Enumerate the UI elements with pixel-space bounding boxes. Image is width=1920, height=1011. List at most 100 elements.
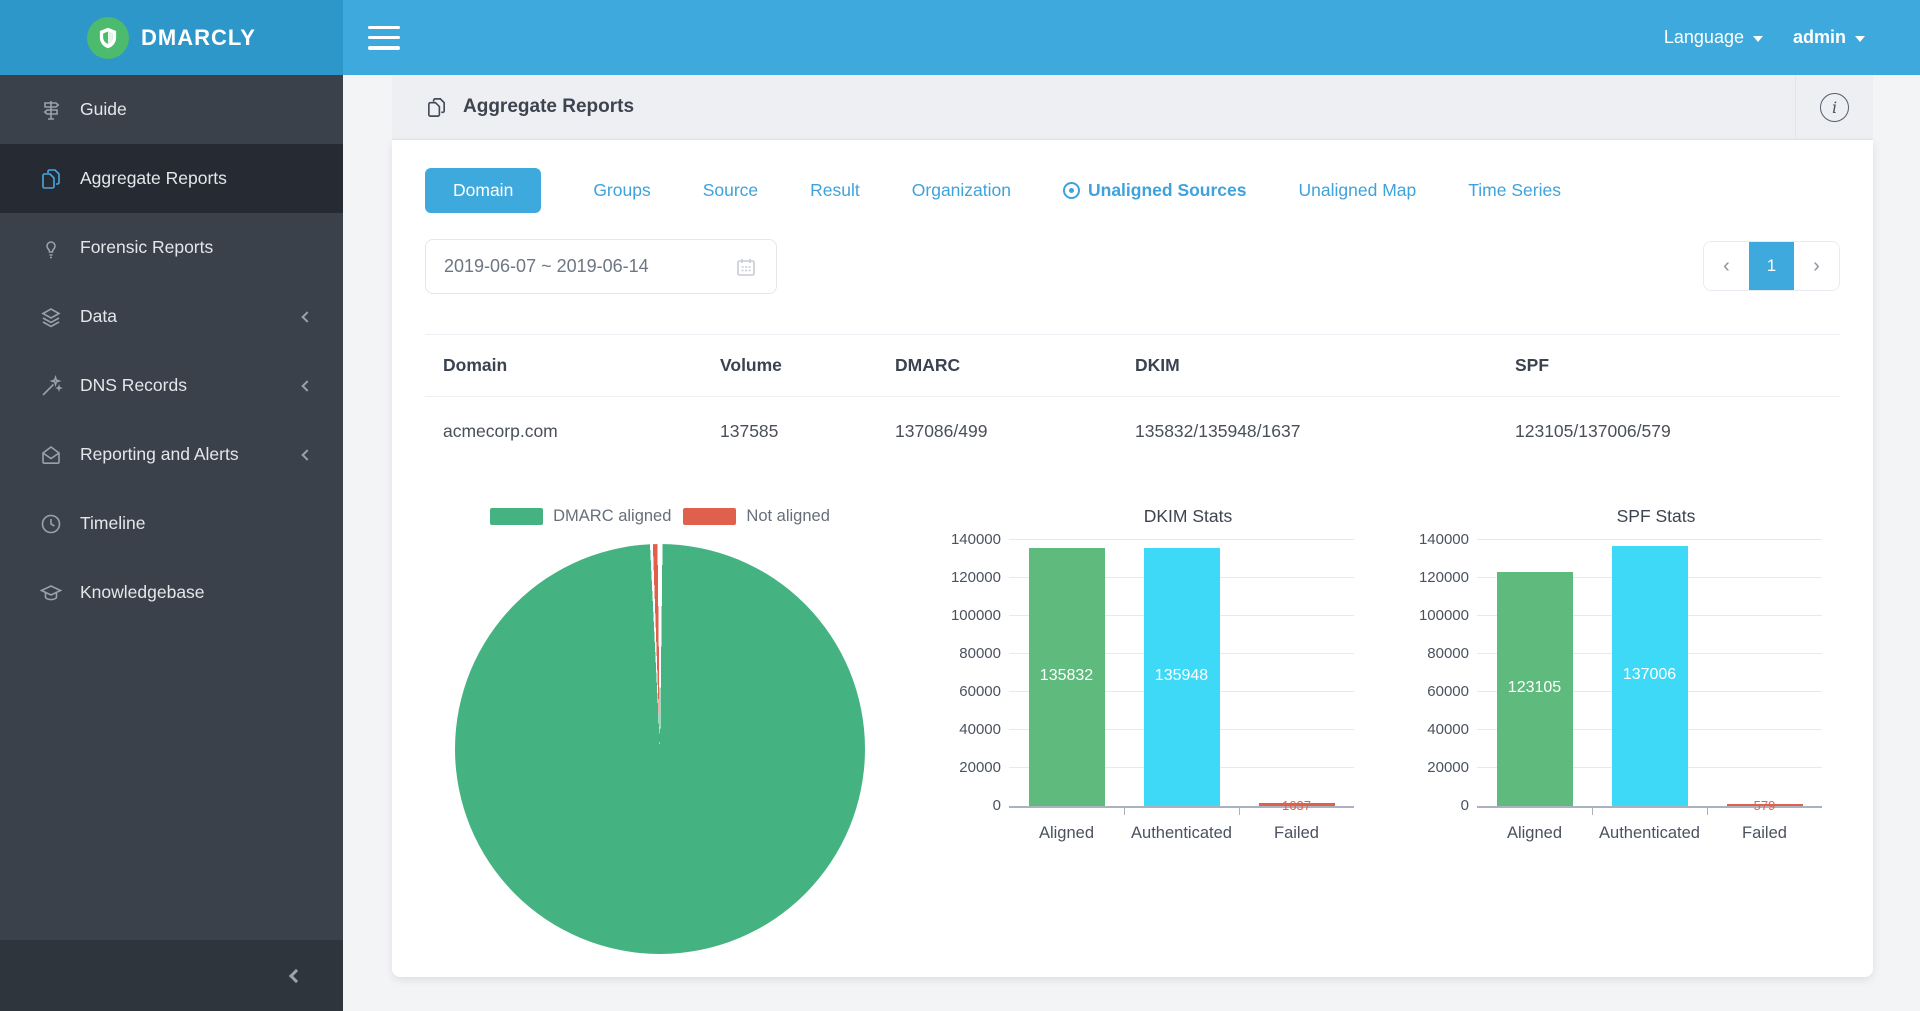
- bar-value-label: 137006: [1612, 666, 1688, 684]
- info-button[interactable]: i: [1795, 75, 1873, 140]
- spf-stats-chart: SPF Stats 020000400006000080000100000120…: [1405, 506, 1835, 954]
- pages-icon: [425, 96, 448, 119]
- y-axis-tick-label: 120000: [1399, 569, 1469, 586]
- mail-open-icon: [38, 442, 64, 468]
- y-axis-tick-label: 20000: [1399, 759, 1469, 776]
- bar-authenticated: 137006: [1612, 546, 1688, 806]
- tab-label: Time Series: [1468, 180, 1561, 201]
- tab-label: Result: [810, 180, 860, 201]
- cell-volume: 137585: [702, 397, 877, 466]
- user-dropdown[interactable]: admin: [1793, 27, 1865, 48]
- x-axis-category-label: Aligned: [1009, 824, 1124, 843]
- page-title: Aggregate Reports: [463, 96, 634, 118]
- gridline: [1477, 539, 1822, 540]
- next-page-button[interactable]: ›: [1794, 242, 1839, 290]
- y-axis-tick-label: 60000: [1399, 683, 1469, 700]
- tab-organization[interactable]: Organization: [912, 180, 1011, 201]
- main-content: Aggregate Reports i Domain Groups Source…: [343, 75, 1920, 1011]
- x-axis-tick: [1124, 808, 1125, 815]
- sidebar-item-timeline[interactable]: Timeline: [0, 489, 343, 558]
- y-axis-tick-label: 0: [931, 797, 1001, 814]
- y-axis-tick-label: 100000: [931, 607, 1001, 624]
- dkim-x-labels: AlignedAuthenticatedFailed: [1009, 824, 1367, 843]
- sidebar-item-forensic-reports[interactable]: Forensic Reports: [0, 213, 343, 282]
- gridline: [1009, 539, 1354, 540]
- sidebar-item-aggregate-reports[interactable]: Aggregate Reports: [0, 144, 343, 213]
- sidebar-item-data[interactable]: Data: [0, 282, 343, 351]
- y-axis-tick-label: 80000: [931, 645, 1001, 662]
- clock-icon: [38, 511, 64, 537]
- y-axis-tick-label: 120000: [931, 569, 1001, 586]
- tab-unaligned-sources[interactable]: Unaligned Sources: [1063, 180, 1247, 201]
- legend-item-not-aligned[interactable]: Not aligned: [683, 507, 829, 526]
- cell-dkim: 135832/135948/1637: [1117, 397, 1497, 466]
- legend-swatch-red: [683, 508, 736, 525]
- sidebar-item-reporting-and-alerts[interactable]: Reporting and Alerts: [0, 420, 343, 489]
- y-axis-tick-label: 140000: [931, 531, 1001, 548]
- bar-authenticated: 135948: [1144, 548, 1220, 806]
- cell-spf: 123105/137006/579: [1497, 397, 1840, 466]
- brand-name: DMARCLY: [141, 25, 256, 51]
- bar-aligned: 123105: [1497, 572, 1573, 806]
- brand-logo[interactable]: DMARCLY: [0, 0, 343, 75]
- bar-value-label: 135832: [1029, 667, 1105, 685]
- bar-failed: [1727, 804, 1803, 806]
- sidebar-collapse-button[interactable]: [0, 940, 343, 1011]
- x-axis-category-label: Failed: [1707, 824, 1822, 843]
- panel-body: Domain Groups Source Result Organization…: [392, 140, 1873, 977]
- shield-logo-icon: [87, 17, 129, 59]
- tab-unaligned-map[interactable]: Unaligned Map: [1299, 180, 1417, 201]
- user-label: admin: [1793, 27, 1846, 48]
- tab-domain[interactable]: Domain: [425, 168, 541, 213]
- top-bar: DMARCLY Language admin: [0, 0, 1920, 75]
- legend-item-aligned[interactable]: DMARC aligned: [490, 507, 671, 526]
- x-axis-category-label: Authenticated: [1592, 824, 1707, 843]
- sidebar-item-label: DNS Records: [80, 375, 187, 396]
- legend-label: Not aligned: [746, 507, 829, 526]
- y-axis-tick-label: 140000: [1399, 531, 1469, 548]
- lightbulb-icon: [38, 235, 64, 261]
- tab-source[interactable]: Source: [703, 180, 758, 201]
- tab-label: Organization: [912, 180, 1011, 201]
- sidebar-item-label: Data: [80, 306, 117, 327]
- report-tabs: Domain Groups Source Result Organization…: [425, 168, 1840, 213]
- col-header-dmarc: DMARC: [877, 335, 1117, 396]
- language-label: Language: [1664, 27, 1744, 48]
- col-header-domain: Domain: [425, 335, 702, 396]
- magic-wand-icon: [38, 373, 64, 399]
- sidebar-item-knowledgebase[interactable]: Knowledgebase: [0, 558, 343, 627]
- tab-label: Unaligned Map: [1299, 180, 1417, 201]
- prev-page-button[interactable]: ‹: [1704, 242, 1749, 290]
- sidebar-item-label: Aggregate Reports: [80, 168, 227, 189]
- tab-label: Groups: [593, 180, 650, 201]
- language-dropdown[interactable]: Language: [1664, 27, 1763, 48]
- sidebar-item-label: Timeline: [80, 513, 145, 534]
- hamburger-menu-icon[interactable]: [368, 26, 400, 50]
- filter-row: 2019-06-07 ~ 2019-06-14 ‹ 1 ›: [425, 239, 1840, 294]
- chart-title: SPF Stats: [1477, 506, 1835, 526]
- tab-time-series[interactable]: Time Series: [1468, 180, 1561, 201]
- pagination: ‹ 1 ›: [1703, 241, 1840, 291]
- topbar-right: Language admin: [1664, 27, 1920, 48]
- aggregate-report-table: Domain Volume DMARC DKIM SPF acmecorp.co…: [425, 334, 1840, 466]
- x-axis-category-label: Authenticated: [1124, 824, 1239, 843]
- chevron-left-icon: [301, 311, 312, 322]
- table-row[interactable]: acmecorp.com 137585 137086/499 135832/13…: [425, 397, 1840, 466]
- x-axis-tick: [1239, 808, 1240, 815]
- cell-domain: acmecorp.com: [425, 397, 702, 466]
- sidebar-item-guide[interactable]: Guide: [0, 75, 343, 144]
- tab-groups[interactable]: Groups: [593, 180, 650, 201]
- bar-value-label: 123105: [1497, 679, 1573, 697]
- tab-result[interactable]: Result: [810, 180, 860, 201]
- date-range-input[interactable]: 2019-06-07 ~ 2019-06-14: [425, 239, 777, 294]
- panel-header: Aggregate Reports i: [392, 75, 1873, 140]
- y-axis-tick-label: 0: [1399, 797, 1469, 814]
- current-page[interactable]: 1: [1749, 242, 1794, 290]
- page-title-wrap: Aggregate Reports: [425, 96, 634, 119]
- sidebar-item-dns-records[interactable]: DNS Records: [0, 351, 343, 420]
- y-axis-tick-label: 80000: [1399, 645, 1469, 662]
- y-axis-tick-label: 60000: [931, 683, 1001, 700]
- bar-failed: [1259, 803, 1335, 806]
- layers-icon: [38, 304, 64, 330]
- col-header-spf: SPF: [1497, 335, 1840, 396]
